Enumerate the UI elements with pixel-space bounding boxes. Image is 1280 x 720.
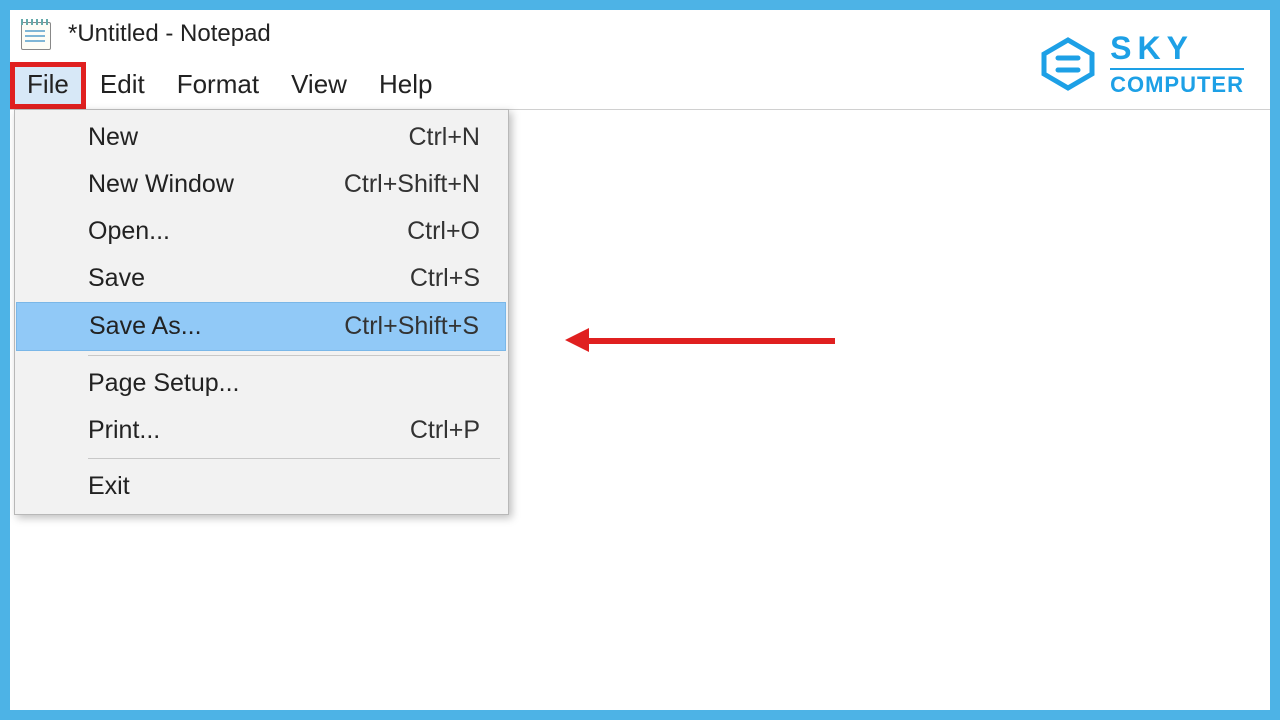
- menu-item-shortcut: Ctrl+P: [380, 416, 480, 445]
- file-dropdown-menu: New Ctrl+N New Window Ctrl+Shift+N Open.…: [14, 109, 509, 515]
- logo-line1: SKY: [1110, 32, 1244, 70]
- menu-edit[interactable]: Edit: [84, 63, 161, 108]
- menu-separator: [88, 355, 500, 356]
- menu-item-new-window[interactable]: New Window Ctrl+Shift+N: [78, 161, 506, 208]
- menu-item-label: Print...: [88, 416, 160, 445]
- menu-separator: [88, 458, 500, 459]
- menu-item-shortcut: Ctrl+S: [380, 264, 480, 293]
- notepad-app-icon: [18, 16, 54, 52]
- logo-text: SKY COMPUTER: [1110, 32, 1244, 96]
- menu-item-save-as[interactable]: Save As... Ctrl+Shift+S: [16, 302, 506, 351]
- menu-file[interactable]: File: [10, 62, 86, 109]
- menu-item-save[interactable]: Save Ctrl+S: [78, 255, 506, 302]
- menu-item-label: Save: [88, 264, 145, 293]
- menu-view[interactable]: View: [275, 63, 363, 108]
- window-title: *Untitled - Notepad: [68, 20, 271, 48]
- menu-format[interactable]: Format: [161, 63, 275, 108]
- menu-item-shortcut: Ctrl+Shift+N: [314, 170, 480, 199]
- menu-item-label: New: [88, 123, 138, 152]
- menu-item-shortcut: Ctrl+N: [378, 123, 480, 152]
- logo-line2: COMPUTER: [1110, 74, 1244, 96]
- annotation-arrow-icon: [565, 332, 835, 350]
- logo-mark-icon: [1040, 36, 1096, 92]
- menu-item-label: New Window: [88, 170, 234, 199]
- menu-help[interactable]: Help: [363, 63, 448, 108]
- menu-item-label: Page Setup...: [88, 369, 240, 398]
- menu-item-page-setup[interactable]: Page Setup...: [78, 360, 506, 407]
- menu-item-label: Save As...: [89, 312, 202, 341]
- menu-item-shortcut: Ctrl+Shift+S: [314, 312, 479, 341]
- menu-item-open[interactable]: Open... Ctrl+O: [78, 208, 506, 255]
- sky-computer-logo: SKY COMPUTER: [1040, 32, 1244, 96]
- menu-item-print[interactable]: Print... Ctrl+P: [78, 407, 506, 454]
- menu-item-shortcut: Ctrl+O: [377, 217, 480, 246]
- menu-item-label: Exit: [88, 472, 130, 501]
- notepad-window: *Untitled - Notepad File Edit Format Vie…: [10, 10, 1270, 710]
- menu-item-exit[interactable]: Exit: [78, 463, 506, 510]
- menu-item-label: Open...: [88, 217, 170, 246]
- menu-item-new[interactable]: New Ctrl+N: [78, 114, 506, 161]
